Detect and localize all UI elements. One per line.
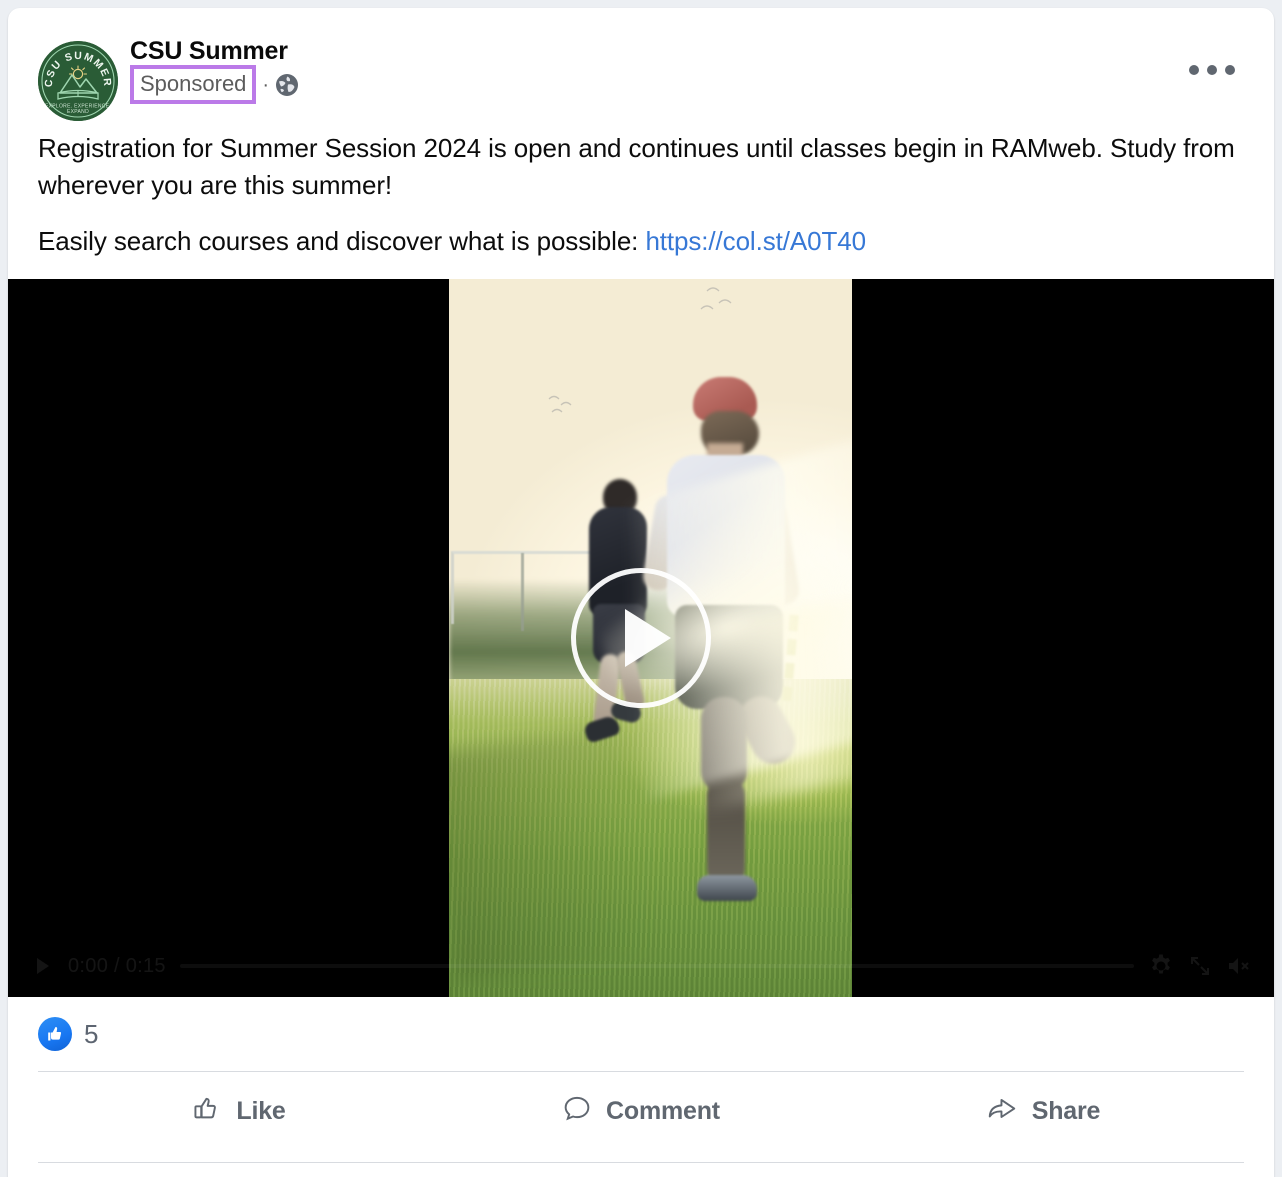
like-button-label: Like	[236, 1096, 286, 1125]
video-scrubber[interactable]	[179, 964, 1134, 968]
author-name[interactable]: CSU Summer	[130, 36, 300, 66]
speaker-muted-icon[interactable]	[1226, 954, 1252, 978]
facebook-post-card: CSU SUMMER EXPLORE. EXPERIENCE. EXPAND C…	[8, 8, 1274, 1177]
post-actions-row: Like Comment Share	[8, 1072, 1274, 1150]
more-options-button[interactable]	[1176, 52, 1248, 88]
post-header: CSU SUMMER EXPLORE. EXPERIENCE. EXPAND C…	[8, 8, 1274, 121]
post-link[interactable]: https://col.st/A0T40	[645, 226, 866, 256]
play-button[interactable]	[571, 568, 711, 708]
post-text-prefix: Easily search courses and discover what …	[38, 226, 646, 256]
ellipsis-dot	[1189, 65, 1199, 75]
share-button-label: Share	[1031, 1096, 1101, 1125]
share-arrow-icon	[986, 1094, 1018, 1129]
sponsored-label[interactable]: Sponsored	[130, 64, 257, 104]
play-icon-small[interactable]	[30, 954, 54, 978]
post-text-paragraph-1: Registration for Summer Session 2024 is …	[38, 133, 1235, 200]
csu-summer-logo-icon: CSU SUMMER EXPLORE. EXPERIENCE. EXPAND	[38, 41, 118, 121]
post-meta-row: Sponsored ·	[130, 64, 300, 104]
reactions-row: 5	[8, 997, 1274, 1071]
avatar[interactable]: CSU SUMMER EXPLORE. EXPERIENCE. EXPAND	[38, 41, 118, 121]
like-button[interactable]: Like	[38, 1083, 440, 1139]
reaction-count: 5	[84, 1018, 99, 1049]
ellipsis-dot	[1225, 65, 1235, 75]
meta-separator: ·	[262, 73, 270, 96]
post-text-paragraph-2: Easily search courses and discover what …	[38, 223, 1244, 260]
post-body: Registration for Summer Session 2024 is …	[8, 118, 1274, 260]
share-button[interactable]: Share	[842, 1083, 1244, 1139]
bottom-divider	[38, 1162, 1244, 1163]
page-root: CSU SUMMER EXPLORE. EXPERIENCE. EXPAND C…	[0, 0, 1282, 1177]
comment-bubble-icon	[562, 1094, 592, 1129]
svg-text:EXPAND: EXPAND	[67, 109, 89, 115]
video-goalpost-secondary	[521, 553, 524, 631]
author-block: CSU Summer Sponsored ·	[130, 36, 300, 104]
comment-button[interactable]: Comment	[440, 1083, 842, 1139]
like-thumb-badge-icon[interactable]	[38, 1017, 72, 1051]
globe-icon[interactable]	[274, 72, 300, 98]
video-controls-bar[interactable]: 0:00 / 0:15	[8, 935, 1274, 997]
comment-button-label: Comment	[606, 1096, 720, 1125]
video-player[interactable]: 0:00 / 0:15	[8, 279, 1274, 997]
thumbs-up-icon	[192, 1094, 222, 1129]
expand-icon[interactable]	[1188, 954, 1212, 978]
ellipsis-dot	[1207, 65, 1217, 75]
play-icon	[625, 609, 671, 667]
video-time-display: 0:00 / 0:15	[68, 954, 166, 977]
gear-icon[interactable]	[1148, 953, 1174, 979]
